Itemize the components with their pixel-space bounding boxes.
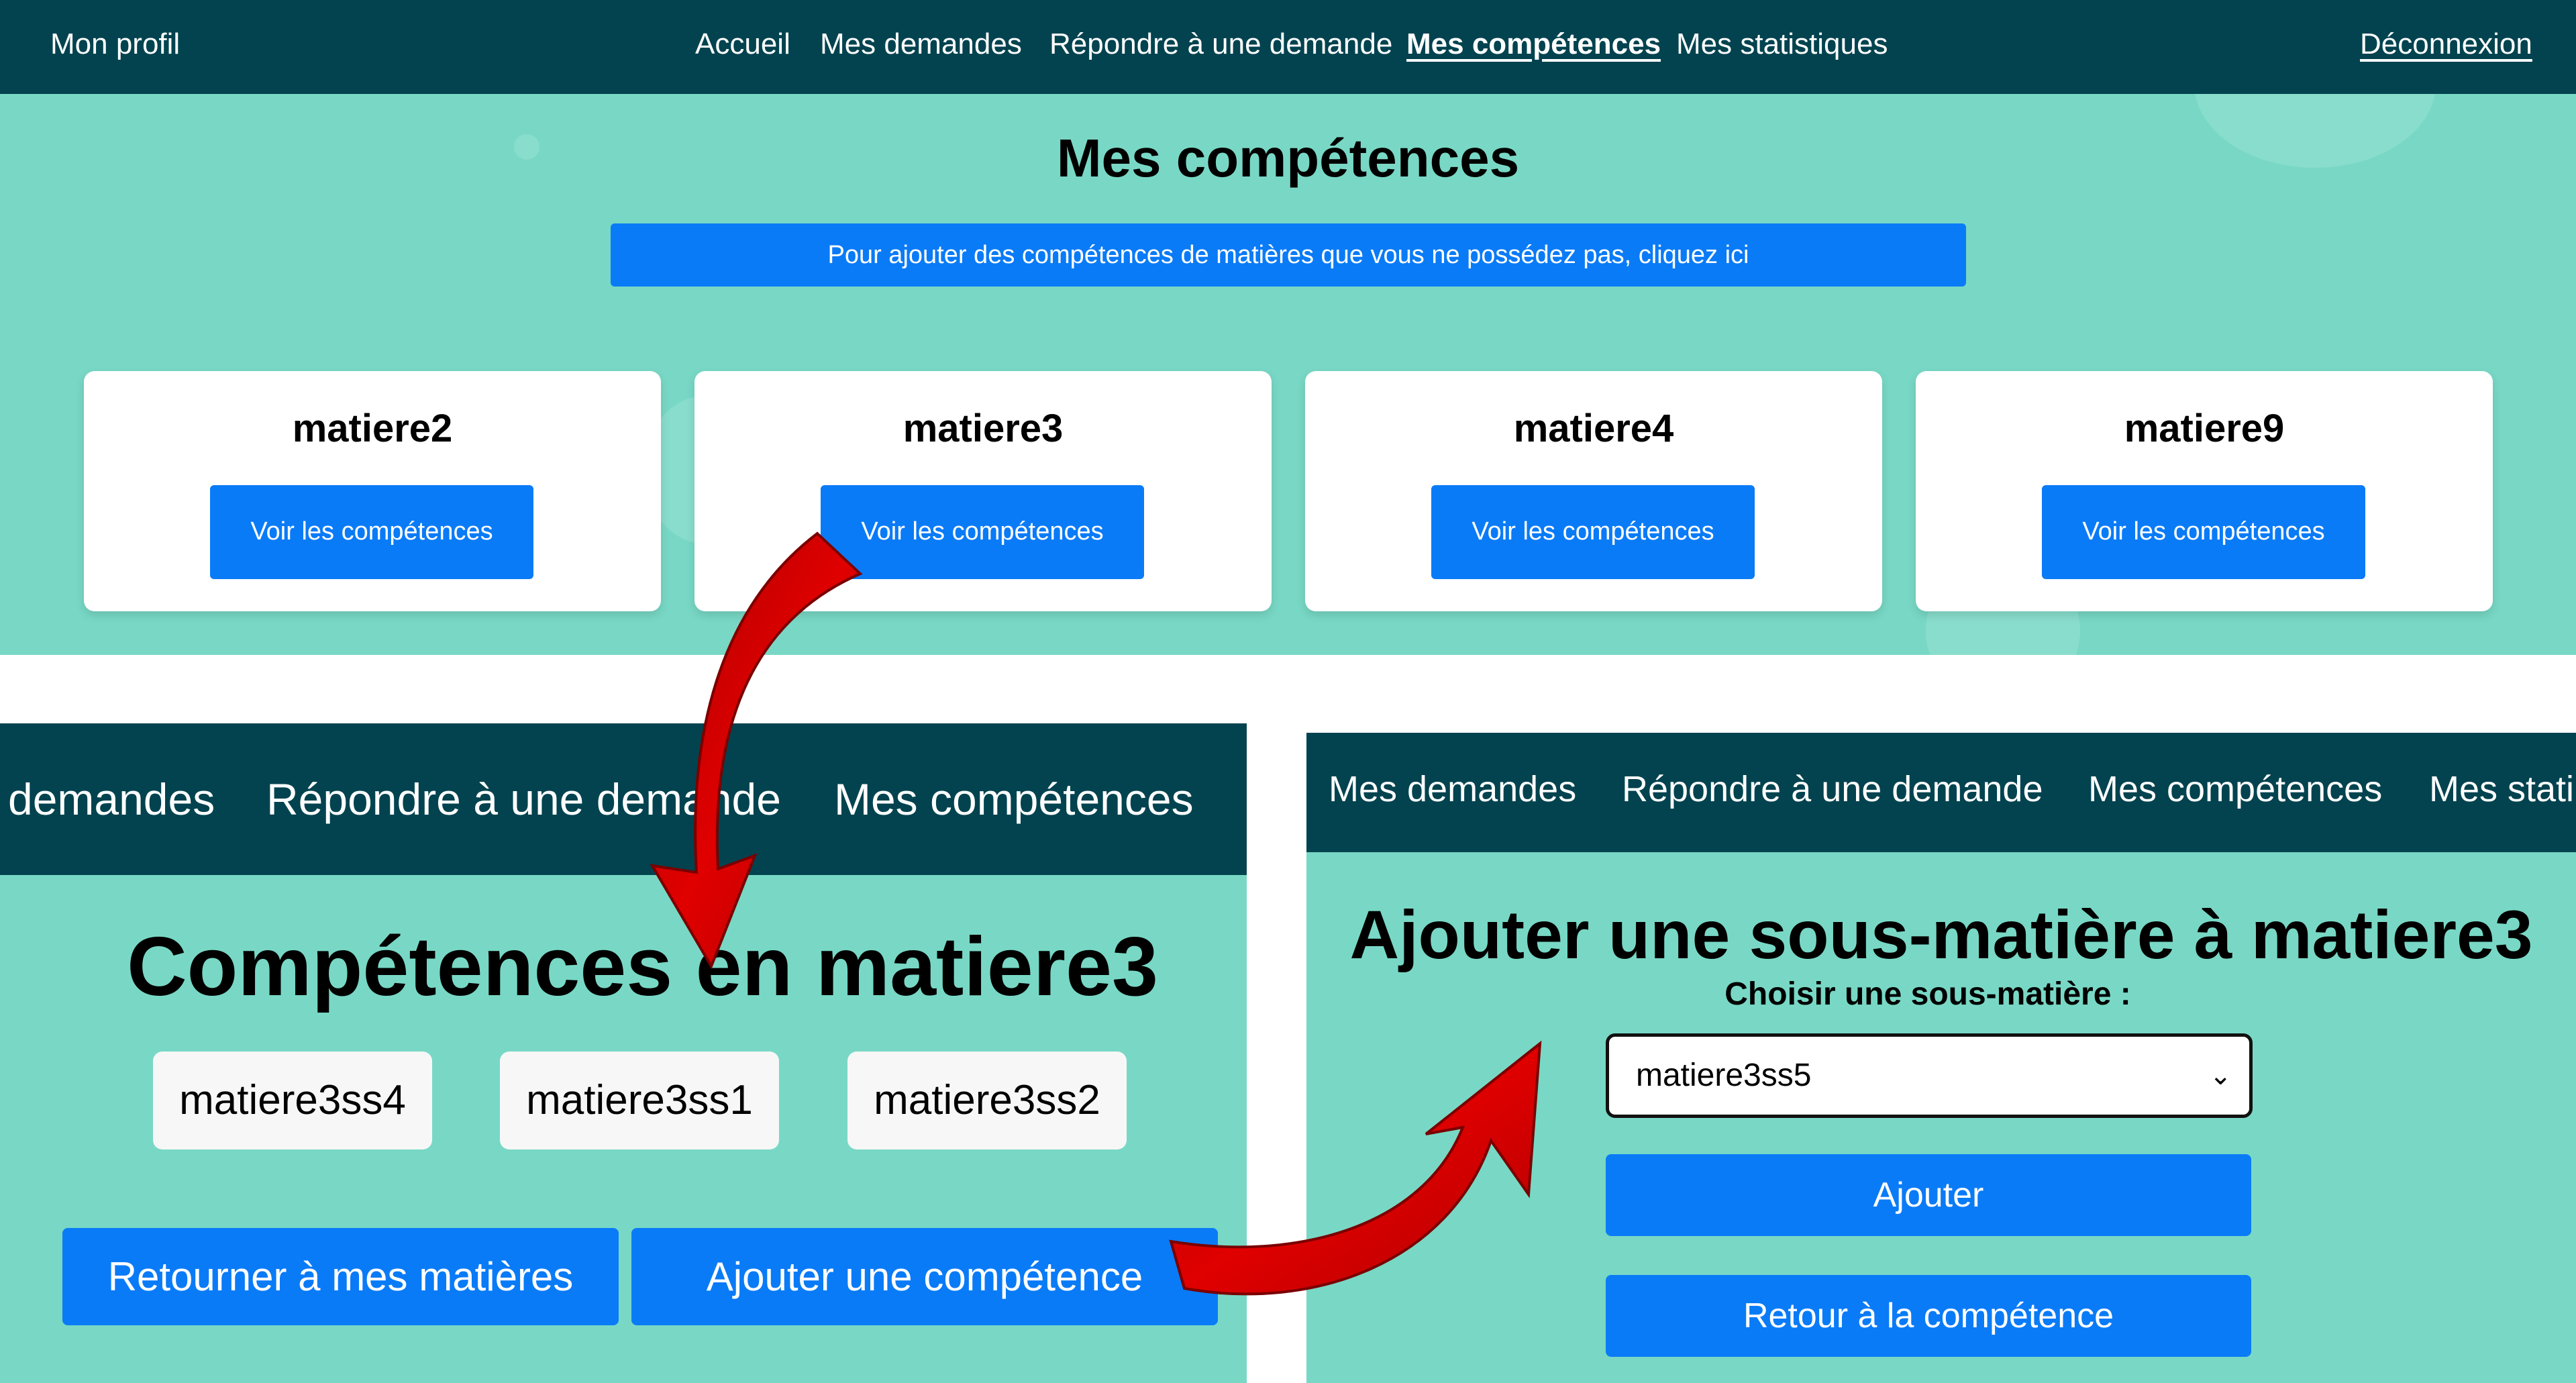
curved-arrow-icon xyxy=(1169,1040,1542,1296)
curved-arrow-icon xyxy=(650,531,863,970)
annotation-arrows xyxy=(650,531,1542,1296)
